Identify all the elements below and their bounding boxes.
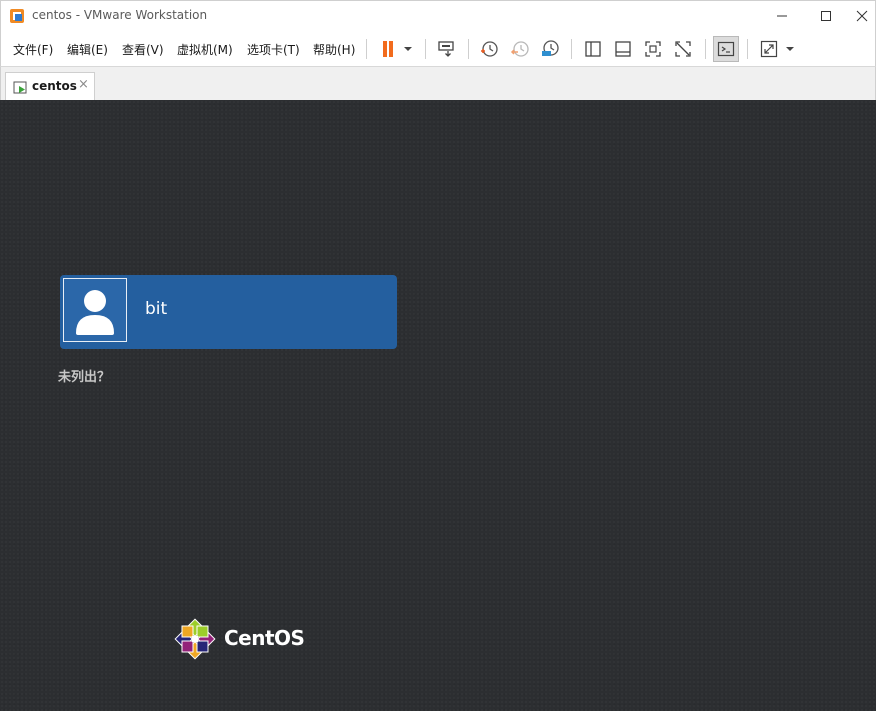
vmware-app-icon <box>9 8 25 24</box>
revert-snapshot-icon <box>510 41 529 57</box>
title-bar: centos - VMware Workstation <box>0 0 876 31</box>
tab-strip: centos × <box>0 67 876 100</box>
show-library-icon <box>585 41 601 57</box>
tab-label: centos <box>32 79 77 93</box>
menu-help[interactable]: 帮助(H) <box>313 41 355 58</box>
menu-edit[interactable]: 编辑(E) <box>67 41 108 58</box>
snapshot-manager-button[interactable] <box>538 37 562 61</box>
menu-tabs[interactable]: 选项卡(T) <box>247 41 300 58</box>
pause-icon <box>383 41 393 57</box>
thumbnail-bar-button[interactable] <box>611 37 635 61</box>
vm-running-icon <box>13 80 29 94</box>
thumbnail-bar-icon <box>615 41 631 57</box>
full-screen-button[interactable] <box>641 37 665 61</box>
unity-icon <box>675 41 691 57</box>
user-list-item[interactable]: bit <box>60 275 397 349</box>
toolbar-separator <box>747 39 748 59</box>
revert-snapshot-button[interactable] <box>508 37 532 61</box>
snapshot-manager-icon <box>542 40 559 56</box>
user-avatar-icon <box>76 290 114 335</box>
tab-close-icon[interactable]: × <box>78 77 89 92</box>
send-ctrl-alt-del-button[interactable] <box>434 37 458 61</box>
pause-button[interactable] <box>376 37 400 61</box>
stretch-guest-button[interactable] <box>757 37 781 61</box>
toolbar-separator <box>468 39 469 59</box>
menu-vm[interactable]: 虚拟机(M) <box>177 41 233 58</box>
stretch-dropdown-button[interactable] <box>781 37 799 61</box>
snapshot-icon <box>481 41 498 57</box>
minimize-button[interactable] <box>758 1 806 31</box>
toolbar-separator <box>705 39 706 59</box>
maximize-button[interactable] <box>802 1 850 31</box>
full-screen-icon <box>645 41 661 57</box>
dropdown-arrow-icon <box>404 47 412 51</box>
menu-toolbar: 文件(F) 编辑(E) 查看(V) 虚拟机(M) 选项卡(T) 帮助(H) <box>0 31 876 67</box>
close-icon <box>856 10 867 22</box>
toolbar-separator <box>366 39 367 59</box>
send-ctrl-alt-del-icon <box>438 41 454 57</box>
console-view-icon <box>717 41 735 57</box>
console-view-button[interactable] <box>713 36 739 62</box>
not-listed-link[interactable]: 未列出？ <box>58 366 110 385</box>
toolbar-separator <box>425 39 426 59</box>
menu-view[interactable]: 查看(V) <box>122 41 164 58</box>
user-name: bit <box>145 299 168 319</box>
centos-wordmark: CentOS <box>224 626 305 650</box>
close-button[interactable] <box>846 1 876 31</box>
minimize-icon <box>777 15 787 17</box>
centos-logo-icon <box>172 616 218 662</box>
window-title: centos - VMware Workstation <box>32 8 208 22</box>
toolbar-separator <box>571 39 572 59</box>
show-library-button[interactable] <box>581 37 605 61</box>
tab-centos[interactable]: centos × <box>5 72 95 100</box>
stretch-guest-icon <box>760 40 778 58</box>
power-dropdown-button[interactable] <box>398 37 418 61</box>
unity-button[interactable] <box>671 37 695 61</box>
menu-file[interactable]: 文件(F) <box>13 41 53 58</box>
avatar <box>63 278 127 342</box>
dropdown-arrow-icon <box>786 47 794 51</box>
vm-display[interactable]: bit 未列出？ CentOS <box>0 100 876 711</box>
take-snapshot-button[interactable] <box>477 37 501 61</box>
maximize-icon <box>821 11 831 21</box>
